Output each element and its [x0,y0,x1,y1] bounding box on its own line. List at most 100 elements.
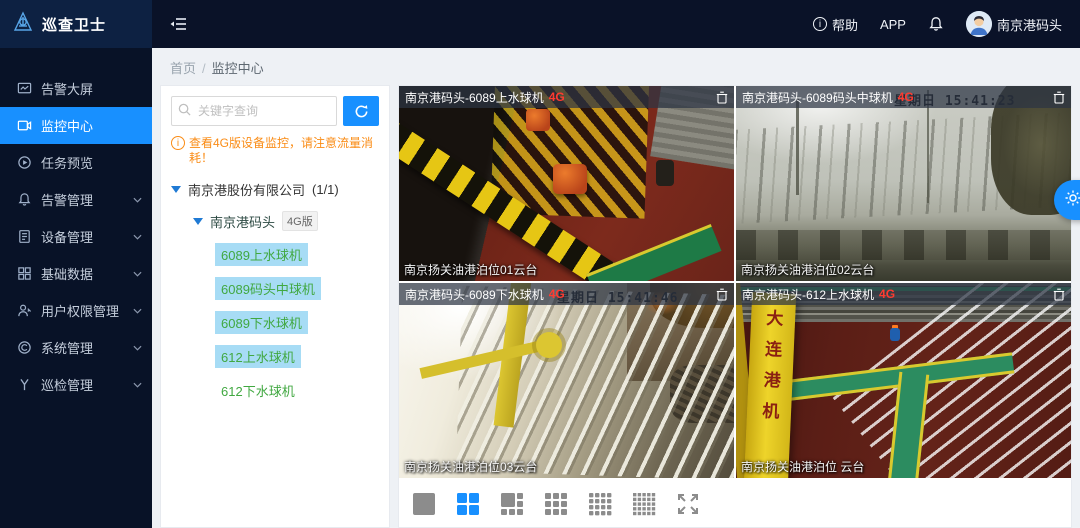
video-grid: 南京港码头-6089上水球机 4G 南京扬关油港泊位01云台 南京港码头-608… [399,86,1071,478]
fullscreen-button[interactable] [671,487,705,521]
device-manage-icon [16,229,32,245]
layout-6-button[interactable] [495,487,529,521]
breadcrumb-current: 监控中心 [212,61,264,76]
user-menu[interactable]: 南京港码头 [966,11,1062,37]
sidebar-item-label: 监控中心 [41,116,93,135]
sidebar-item-monitor-center[interactable]: 监控中心 [0,107,152,144]
video-cell-4[interactable]: 大连港机 南京港码头-612上水球机 4G 南京扬关油港泊位 云台 [736,283,1071,478]
layout-25-button[interactable] [627,487,661,521]
chevron-down-icon [133,271,142,277]
sidebar-menu: 告警大屏 监控中心 任务预览 告警管理 设备管理 基础数据 用户权限管理 [0,48,152,403]
layout-16-button[interactable] [583,487,617,521]
sidebar: 巡查卫士 告警大屏 监控中心 任务预览 告警管理 设备管理 基础数据 [0,0,152,528]
dock-name: 南京港码头 [210,212,275,231]
sidebar-item-label: 巡检管理 [41,375,93,394]
video-feed [399,283,734,478]
sidebar-item-label: 告警大屏 [41,79,93,98]
video-cell-1[interactable]: 南京港码头-6089上水球机 4G 南京扬关油港泊位01云台 [399,86,734,281]
breadcrumb: 首页 / 监控中心 [170,58,264,77]
breadcrumb-home[interactable]: 首页 [170,61,196,76]
video-4g-badge: 4G [879,287,895,301]
sidebar-item-task-preview[interactable]: 任务预览 [0,144,152,181]
tree-node-company[interactable]: 南京港股份有限公司 (1/1) [171,180,379,199]
monitor-center-icon [16,118,32,134]
chevron-down-icon [133,345,142,351]
video-osd-label: 南京扬关油港泊位01云台 [404,261,537,278]
video-title: 南京港码头-6089码头中球机 [742,89,893,106]
info-circle-icon: i [813,17,827,31]
notification-bell-icon[interactable] [928,16,944,32]
camera-item[interactable]: 6089下水球机 [215,311,308,334]
device-tree: 南京港股份有限公司 (1/1) 南京港码头 4G版 6089上水球机 6089码… [171,180,379,402]
camera-item[interactable]: 612下水球机 [215,379,301,402]
user-name: 南京港码头 [997,15,1062,34]
search-icon [178,103,191,121]
video-cell-2[interactable]: 南京港码头-6089码头中球机 4G 星期日 15:41:23 南京扬关油港泊位… [736,86,1071,281]
remove-video-icon[interactable] [716,288,728,301]
layout-toolbar [399,478,1071,528]
company-name: 南京港股份有限公司 [188,180,305,199]
video-4g-badge: 4G [549,90,565,104]
video-title-bar: 南京港码头-6089码头中球机 4G [736,86,1071,108]
patrol-manage-icon [16,377,32,393]
tree-node-dock[interactable]: 南京港码头 4G版 [193,211,379,231]
video-cell-3[interactable]: 南京港码头-6089下水球机 4G 星期日 15:41:46 南京扬关油港泊位0… [399,283,734,478]
sidebar-item-label: 设备管理 [41,227,93,246]
video-4g-badge: 4G [898,90,914,104]
user-permission-icon [16,303,32,319]
video-title: 南京港码头-612上水球机 [742,286,874,303]
video-title-bar: 南京港码头-6089下水球机 4G [399,283,734,305]
remove-video-icon[interactable] [1053,91,1065,104]
layout-9-button[interactable] [539,487,573,521]
caret-down-icon[interactable] [193,218,203,225]
sidebar-item-patrol-manage[interactable]: 巡检管理 [0,366,152,403]
sidebar-item-label: 用户权限管理 [41,301,119,320]
layout-1-button[interactable] [407,487,441,521]
app-logo[interactable]: 巡查卫士 [0,0,152,48]
camera-item[interactable]: 612上水球机 [215,345,301,368]
sidebar-item-base-data[interactable]: 基础数据 [0,255,152,292]
video-feed: 大连港机 [736,283,1071,478]
top-header: i 帮助 APP 南京港码头 [152,0,1080,48]
traffic-warning-text: 查看4G版设备监控，请注意流量消耗！ [189,136,379,166]
sidebar-item-label: 任务预览 [41,153,93,172]
camera-item[interactable]: 6089码头中球机 [215,277,321,300]
camera-item[interactable]: 6089上水球机 [215,243,308,266]
collapse-sidebar-icon[interactable] [170,16,188,32]
video-title-bar: 南京港码头-612上水球机 4G [736,283,1071,305]
remove-video-icon[interactable] [716,91,728,104]
sidebar-item-label: 告警管理 [41,190,93,209]
caret-down-icon[interactable] [171,186,181,193]
video-title-bar: 南京港码头-6089上水球机 4G [399,86,734,108]
video-feed [399,86,734,281]
alarm-screen-icon [16,81,32,97]
video-osd-label: 南京扬关油港泊位02云台 [741,261,874,278]
sidebar-item-label: 系统管理 [41,338,93,357]
sidebar-item-device-manage[interactable]: 设备管理 [0,218,152,255]
search-input[interactable] [171,96,337,126]
base-data-icon [16,266,32,282]
company-count: (1/1) [312,182,339,197]
sidebar-item-alarm-manage[interactable]: 告警管理 [0,181,152,218]
crane-text: 大连港机 [753,308,786,478]
chevron-down-icon [133,234,142,240]
help-button[interactable]: i 帮助 [813,15,858,34]
dock-4g-badge: 4G版 [282,211,318,231]
task-preview-icon [16,155,32,171]
app-title: 巡查卫士 [42,14,106,35]
sidebar-item-user-permission[interactable]: 用户权限管理 [0,292,152,329]
refresh-button[interactable] [343,96,379,126]
app-download-button[interactable]: APP [880,17,906,32]
alarm-bell-icon [16,192,32,208]
remove-video-icon[interactable] [1053,288,1065,301]
sidebar-item-label: 基础数据 [41,264,93,283]
video-4g-badge: 4G [549,287,565,301]
video-title: 南京港码头-6089上水球机 [405,89,544,106]
device-tree-panel: i 查看4G版设备监控，请注意流量消耗！ 南京港股份有限公司 (1/1) 南京港… [160,85,390,528]
sidebar-item-system-manage[interactable]: 系统管理 [0,329,152,366]
video-feed [736,86,1071,281]
layout-4-button[interactable] [451,487,485,521]
sidebar-item-alarm-screen[interactable]: 告警大屏 [0,70,152,107]
traffic-warning: i 查看4G版设备监控，请注意流量消耗！ [171,136,379,166]
breadcrumb-separator: / [202,61,206,76]
